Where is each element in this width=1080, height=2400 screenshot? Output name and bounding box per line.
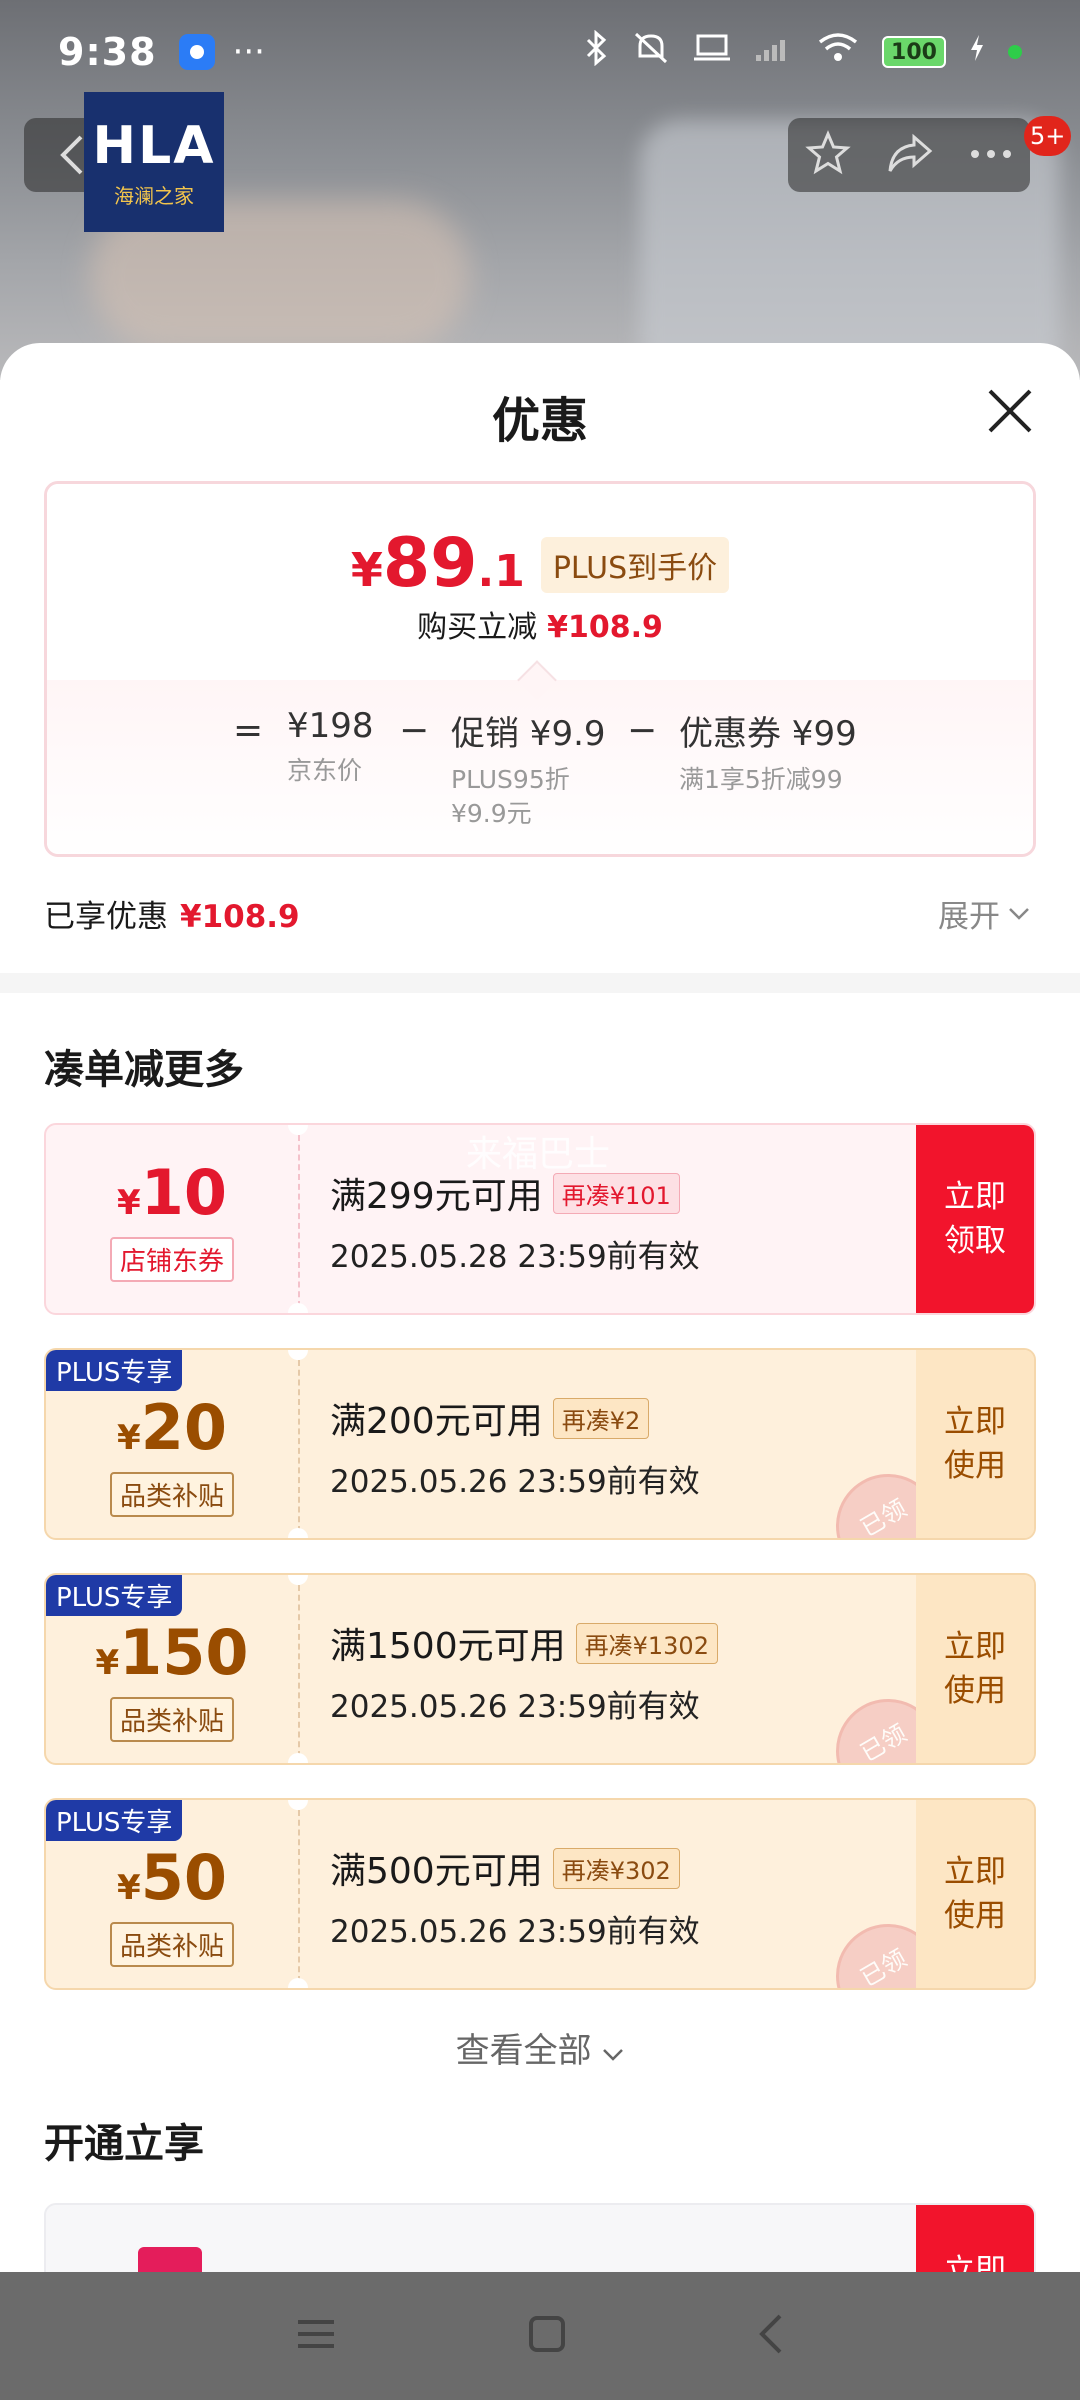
instant-reduction: 购买立减 ¥108.9 [417,610,663,645]
message-badge: 5+ [1024,116,1072,156]
coupon-type-tag: 品类补贴 [109,1922,234,1967]
back-icon[interactable] [756,2312,786,2360]
card-icon [138,2247,202,2273]
expand-button[interactable]: 展开 [938,891,1030,936]
discount-sheet: 优惠 ¥ 89 .1 PLUS到手价 购买立减 ¥108.9 = ¥198 京东价 [0,343,1080,2273]
coupon-type-tag: 品类补贴 [109,1472,234,1517]
final-price: ¥ 89 .1 [350,524,525,603]
coupon-condition: 满299元可用 [330,1176,543,1217]
coupon-condition: 满1500元可用 [330,1626,566,1667]
section-title-more: 凑单减更多 [44,1047,244,1093]
price-breakdown-card: ¥ 89 .1 PLUS到手价 购买立减 ¥108.9 = ¥198 京东价 − … [44,481,1036,857]
sheet-title: 优惠 [491,393,588,449]
use-coupon-button[interactable]: 立即 使用 [916,1800,1034,1988]
use-coupon-button[interactable]: 立即 使用 [916,1575,1034,1763]
coupon-col: 优惠券 ¥99 满1享5折减99 [679,714,857,794]
privacy-indicator-dot [1008,45,1022,59]
claim-coupon-button[interactable]: 立即 领取 [916,1125,1034,1313]
coupon-amount: ¥10 [117,1156,227,1229]
battery-icon: 100 [882,36,946,68]
view-all-button[interactable]: 查看全部 [0,2023,1080,2072]
app-notification-icon [178,34,215,70]
jd-price-col: ¥198 京东价 [287,706,374,785]
laptop-icon [692,32,732,72]
charging-icon [968,33,986,71]
coupon-card: PLUS专享 ¥50 品类补贴 满500元可用 再凑¥302 2025.05.26… [44,1798,1036,1990]
coupon-need-more: 再凑¥101 [552,1172,680,1214]
favorite-star-icon[interactable] [805,130,852,180]
close-button[interactable] [982,383,1038,439]
more-options-icon[interactable] [969,146,1013,165]
wifi-icon [816,32,860,72]
coupon-type-tag: 店铺东券 [109,1237,234,1282]
coupon-need-more: 再凑¥2 [552,1397,650,1439]
membership-card: 立即 [44,2203,1036,2273]
coupon-expiry: 2025.05.26 23:59前有效 [330,1689,700,1725]
coupon-condition: 满500元可用 [330,1851,543,1892]
coupon-type-tag: 品类补贴 [109,1697,234,1742]
section-divider [0,973,1080,993]
coupon-need-more: 再凑¥302 [552,1847,680,1889]
coupon-expiry: 2025.05.28 23:59前有效 [330,1239,700,1275]
plus-price-tag: PLUS到手价 [540,537,730,593]
coupon-amount: ¥50 [117,1841,227,1914]
coupon-card: PLUS专享 ¥150 品类补贴 满1500元可用 再凑¥1302 2025.05… [44,1573,1036,1765]
chevron-left-icon [60,135,83,175]
brand-logo-text: HLA [92,115,216,176]
chevron-down-icon [1009,907,1029,920]
menu-icon[interactable] [294,2316,338,2356]
minus-sign: − [399,710,430,751]
chevron-down-icon [603,2049,624,2061]
coupon-expiry: 2025.05.26 23:59前有效 [330,1464,700,1500]
status-bar: 9:38 ··· 100 [0,0,1080,104]
bluetooth-icon [584,29,610,74]
coupon-amount: ¥150 [95,1616,249,1689]
coupon-expiry: 2025.05.26 23:59前有效 [330,1914,700,1950]
section-title-open: 开通立享 [44,2121,204,2167]
coupon-condition: 满200元可用 [330,1401,543,1442]
open-membership-button[interactable]: 立即 [916,2205,1034,2273]
use-coupon-button[interactable]: 立即 使用 [916,1350,1034,1538]
share-icon[interactable] [886,131,934,179]
home-icon[interactable] [527,2314,567,2358]
system-navigation-bar [0,2272,1080,2400]
coupon-need-more: 再凑¥1302 [575,1622,718,1664]
equals-sign: = [233,710,264,751]
mute-icon [632,30,670,74]
status-time: 9:38 [58,30,157,74]
more-notifications-icon: ··· [232,32,265,72]
signal-icon [754,33,794,71]
coupon-card: PLUS专享 ¥20 品类补贴 满200元可用 再凑¥2 2025.05.26 2… [44,1348,1036,1540]
coupon-card: ¥10 店铺东券 来福巴士 满299元可用 再凑¥101 2025.05.28 2… [44,1123,1036,1315]
minus-sign: − [627,710,658,751]
promotion-col: 促销 ¥9.9 PLUS95折 ¥9.9元 [451,714,606,828]
enjoyed-discount: 已享优惠 ¥108.9 [44,899,300,935]
brand-logo-subtext: 海澜之家 [114,183,194,208]
close-icon [988,389,1032,433]
top-actions-group [788,118,1030,192]
coupon-amount: ¥20 [117,1391,227,1464]
brand-logo: HLA 海澜之家 [84,92,224,232]
